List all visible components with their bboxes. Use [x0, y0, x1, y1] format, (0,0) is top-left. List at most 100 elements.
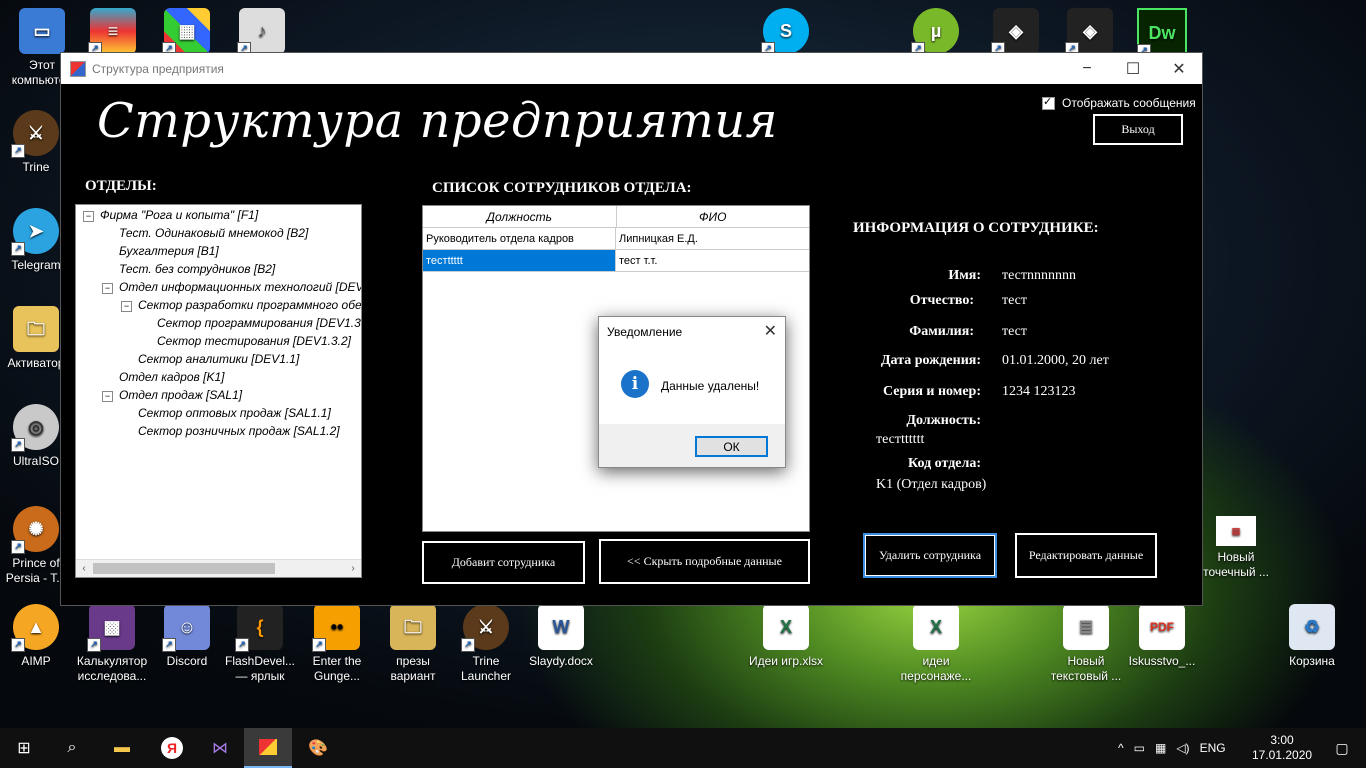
tree-item[interactable]: Тест. без сотрудников [B2] [119, 262, 275, 276]
battery-icon[interactable]: ▭ [1134, 741, 1145, 755]
unity-icon: ◈ ↗ [991, 8, 1039, 56]
desktop-icon-slaydy-docx[interactable]: W Slaydy.docx [523, 604, 599, 669]
tree-item[interactable]: Тест. Одинаковый мнемокод [B2] [119, 226, 308, 240]
desktop-icon-flashdevelop[interactable]: {↗ FlashDevel... — ярлык [222, 604, 298, 684]
desktop-icon-speaker[interactable]: ♪ ↗ [224, 8, 300, 58]
maximize-button[interactable]: ☐ [1110, 53, 1156, 84]
excel-document-icon: X [763, 604, 809, 650]
show-messages-row[interactable]: Отображать сообщения [1042, 95, 1196, 110]
collapse-icon[interactable]: − [102, 283, 113, 294]
desktop-icon-new-text[interactable]: ≣ Новый текстовый ... [1048, 604, 1124, 684]
collapse-icon[interactable]: − [121, 301, 132, 312]
desktop-icon-trine-launcher[interactable]: ⚔ ↗ Trine Launcher [448, 604, 524, 684]
desktop-icon-enter-the-gungeon[interactable]: •• ↗ Enter the Gunge... [299, 604, 375, 684]
dialog-title: Уведомление [607, 325, 683, 339]
network-icon[interactable]: ▦ [1155, 741, 1166, 755]
aimp-icon: ▲ ↗ [11, 604, 59, 652]
unity-icon: ◈ ↗ [1065, 8, 1113, 56]
desktop-icon-aimp[interactable]: ▲ ↗ AIMP [0, 604, 74, 669]
clock[interactable]: 3:00 17.01.2020 [1252, 728, 1312, 768]
yandex-browser-icon[interactable]: Я [148, 728, 196, 768]
tree-item[interactable]: Сектор розничных продаж [SAL1.2] [138, 424, 340, 438]
table-row[interactable]: Руководитель отдела кадров Липницкая Е.Д… [423, 228, 809, 250]
hide-details-button[interactable]: << Скрыть подробные данные [599, 539, 810, 584]
paint-icon[interactable]: 🎨 [294, 728, 342, 768]
desktop-icon-iskusstvo-pdf[interactable]: PDF Iskusstvo_... [1124, 604, 1200, 669]
desktop-icon-rubik[interactable]: ▦ ↗ [149, 8, 225, 58]
passport-value: 1234 123123 [1002, 384, 1076, 399]
desktop-icon-unity-2[interactable]: ◈ ↗ [1052, 8, 1128, 58]
desktop-icon-skype[interactable]: S ↗ [748, 8, 824, 58]
table-cell[interactable]: тест т.т. [616, 250, 809, 271]
flashdevelop-icon: {↗ [235, 604, 283, 652]
desktop-icon-recycle-bin[interactable]: ♻ Корзина [1274, 604, 1350, 669]
folder-icon: 🗀 [390, 604, 436, 650]
window-title: Структура предприятия [92, 61, 224, 76]
tree-item[interactable]: Бухгалтерия [B1] [119, 244, 219, 258]
tree-item[interactable]: Сектор программирования [DEV1.3.1] [157, 316, 361, 330]
notification-dialog: Уведомление ✕ i Данные удалены! ОК [598, 316, 786, 468]
add-employee-button[interactable]: Добавит сотрудника [422, 541, 585, 584]
tree-item[interactable]: Отдел продаж [SAL1] [119, 388, 242, 402]
tree-item[interactable]: Сектор аналитики [DEV1.1] [138, 352, 299, 366]
bitmap-file-icon: ▤ [1216, 516, 1256, 546]
show-messages-checkbox[interactable] [1042, 95, 1055, 110]
grid-header: Должность ФИО [423, 206, 809, 228]
table-cell[interactable]: тестttttt [423, 250, 616, 271]
language-indicator[interactable]: ENG [1200, 741, 1226, 755]
collapse-icon[interactable]: − [83, 211, 94, 222]
desktop-icon-new-bitmap[interactable]: ▤ Новый точечный ... [1198, 516, 1274, 580]
departments-tree[interactable]: − Фирма "Рога и копыта" [F1] Тест. Одина… [75, 204, 362, 578]
position-value: тестtttttt [876, 432, 925, 447]
scroll-left-icon[interactable]: ‹ [76, 561, 92, 576]
folder-icon: 🗀 [13, 306, 59, 352]
exit-button[interactable]: Выход [1093, 114, 1183, 145]
dept-code-label: Код отдела: [908, 456, 981, 471]
desktop-icon-idei-igr[interactable]: X Идеи игр.xlsx [748, 604, 824, 669]
departments-label: ОТДЕЛЫ: [85, 178, 157, 194]
tree-item[interactable]: Отдел кадров [K1] [119, 370, 224, 384]
desktop-icon-unity-1[interactable]: ◈ ↗ [978, 8, 1054, 58]
visual-studio-icon[interactable]: ⋈ [196, 728, 244, 768]
show-messages-label: Отображать сообщения [1062, 96, 1196, 110]
desktop-icon-discord[interactable]: ☺ ↗ Discord [149, 604, 225, 669]
file-explorer-icon[interactable]: ▬ [98, 728, 146, 768]
table-cell[interactable]: Липницкая Е.Д. [616, 228, 809, 249]
tree-item[interactable]: Сектор разработки программного обеспечен… [138, 298, 361, 312]
column-header-fio[interactable]: ФИО [617, 206, 810, 227]
chevron-up-icon[interactable]: ^ [1118, 741, 1124, 755]
tree-item[interactable]: Фирма "Рога и копыта" [F1] [100, 208, 258, 222]
collapse-icon[interactable]: − [102, 391, 113, 402]
desktop-icon-utorrent[interactable]: µ ↗ [898, 8, 974, 58]
minimize-button[interactable]: − [1064, 53, 1110, 84]
prince-of-persia-icon: ✺ ↗ [11, 506, 59, 554]
tree-item[interactable]: Отдел информационных технологий [DEV1] [119, 280, 361, 294]
table-row-selected[interactable]: тестttttt тест т.т. [423, 250, 809, 272]
notifications-icon[interactable]: ▢ [1318, 728, 1366, 768]
scroll-right-icon[interactable]: › [345, 561, 361, 576]
search-icon[interactable]: ⌕ [48, 728, 96, 768]
delete-employee-button[interactable]: Удалить сотрудника [863, 533, 997, 578]
table-cell[interactable]: Руководитель отдела кадров [423, 228, 616, 249]
desktop-icon-bluestacks[interactable]: ≡ ↗ [75, 8, 151, 58]
desktop-icon-calculator[interactable]: ▩ ↗ Калькулятор исследова... [74, 604, 150, 684]
close-button[interactable]: ✕ [1156, 53, 1202, 84]
start-windows-icon[interactable]: ⊞ [0, 728, 48, 768]
column-header-position[interactable]: Должность [423, 206, 617, 227]
trine-icon: ⚔ ↗ [461, 604, 509, 652]
page-heading: Структура предприятия [97, 93, 778, 149]
edit-data-button[interactable]: Редактировать данные [1015, 533, 1157, 578]
text-document-icon: ≣ [1063, 604, 1109, 650]
dialog-close-icon[interactable]: ✕ [764, 321, 777, 341]
active-app-icon[interactable] [244, 728, 292, 768]
disc-icon: ◎ ↗ [11, 404, 59, 452]
ok-button[interactable]: ОК [695, 436, 768, 457]
volume-icon[interactable]: ◁) [1176, 741, 1189, 755]
tree-horizontal-scrollbar[interactable]: ‹ › [76, 559, 361, 577]
tree-item[interactable]: Сектор тестирования [DEV1.3.2] [157, 334, 351, 348]
tree-item[interactable]: Сектор оптовых продаж [SAL1.1] [138, 406, 331, 420]
scrollbar-thumb[interactable] [93, 563, 275, 574]
desktop-icon-prezy[interactable]: 🗀 презы вариант [375, 604, 451, 684]
desktop-icon-idei-personazhey[interactable]: X идеи персонаже... [898, 604, 974, 684]
window-titlebar[interactable]: Структура предприятия − ☐ ✕ [61, 53, 1202, 84]
